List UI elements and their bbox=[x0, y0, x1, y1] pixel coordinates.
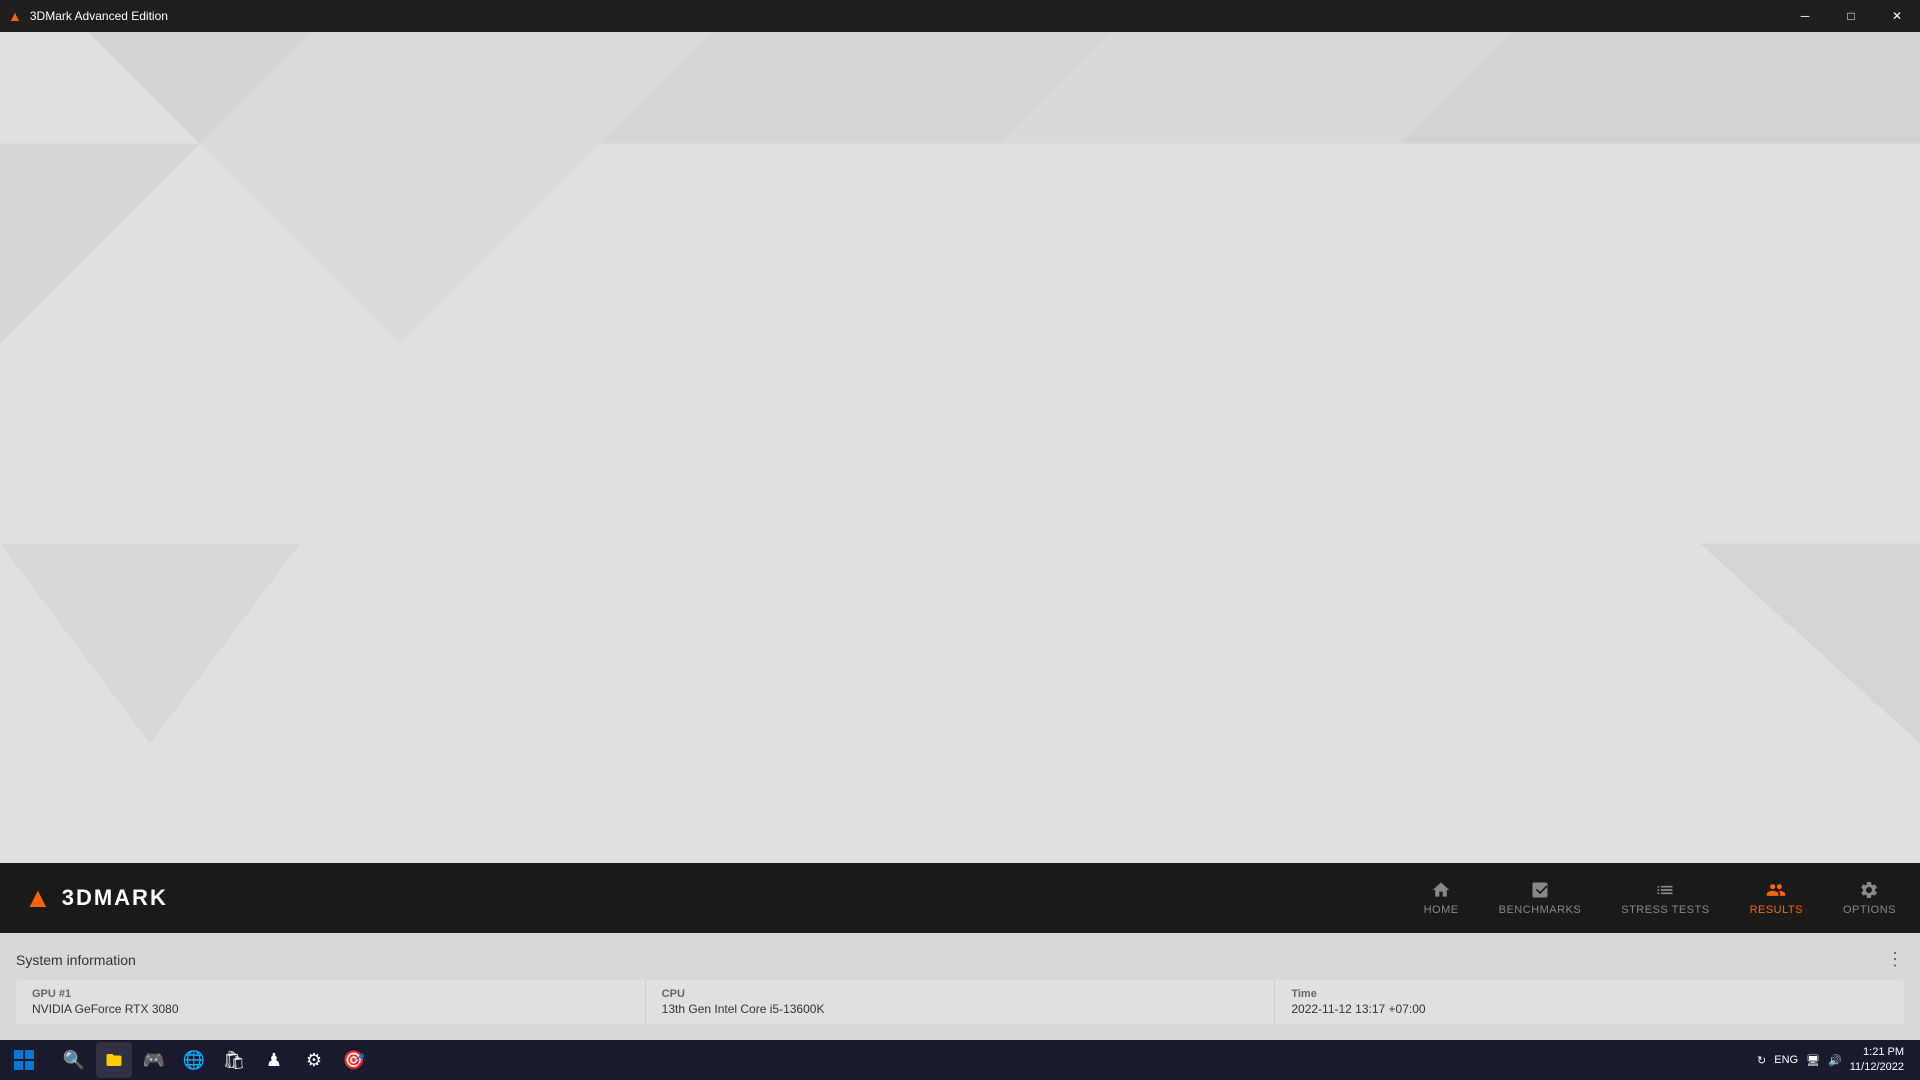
cpu-value: 13th Gen Intel Core i5-13600K bbox=[662, 1002, 1259, 1016]
sys-info-gpu: GPU #1 NVIDIA GeForce RTX 3080 bbox=[16, 980, 646, 1024]
title-bar-left: ▲ 3DMark Advanced Edition bbox=[0, 8, 168, 24]
taskbar: 🔍 🎮 🌐 🛍 ♟ ⚙ 🎯 ↻ ENG 🖥 🔊 1:21 PM 11/12/20… bbox=[0, 1040, 1920, 1080]
nav-stress-label: STRESS TESTS bbox=[1621, 904, 1709, 916]
sys-info-more-button[interactable]: ⋮ bbox=[1886, 949, 1904, 970]
nav-stress[interactable]: STRESS TESTS bbox=[1621, 880, 1709, 916]
logo-text: 3DMARK bbox=[62, 885, 168, 911]
nav-benchmarks-label: BENCHMARKS bbox=[1499, 904, 1582, 916]
taskbar-misc-button[interactable]: ⚙ bbox=[296, 1042, 332, 1078]
gpu-value: NVIDIA GeForce RTX 3080 bbox=[32, 1002, 629, 1016]
taskbar-loading-icon: ↻ bbox=[1757, 1054, 1766, 1067]
title-bar-controls: ─ □ ✕ bbox=[1782, 0, 1920, 32]
nav-items: HOME BENCHMARKS STRESS TESTS RESULTS OPT… bbox=[1424, 880, 1896, 916]
taskbar-store-button[interactable]: 🛍 bbox=[216, 1042, 252, 1078]
taskbar-extra-button[interactable]: 🎯 bbox=[336, 1042, 372, 1078]
gpu-key: GPU #1 bbox=[32, 988, 629, 1000]
sys-info-header: System information ⋮ bbox=[16, 949, 1904, 970]
maximize-button[interactable]: □ bbox=[1828, 0, 1874, 32]
nav-results-label: RESULTS bbox=[1750, 904, 1803, 916]
time-key: Time bbox=[1291, 988, 1888, 1000]
taskbar-edge-button[interactable]: 🌐 bbox=[176, 1042, 212, 1078]
minimize-button[interactable]: ─ bbox=[1782, 0, 1828, 32]
taskbar-monitor-icon: 🖥 bbox=[1806, 1054, 1820, 1067]
taskbar-steam-button[interactable]: ♟ bbox=[256, 1042, 292, 1078]
taskbar-time-value: 1:21 PM bbox=[1850, 1045, 1904, 1060]
app: ▲ 3DMARK HOME BENCHMARKS STRESS TESTS RE… bbox=[0, 32, 1920, 1040]
title-bar: ▲ 3DMark Advanced Edition ─ □ ✕ bbox=[0, 0, 1920, 32]
taskbar-datetime: 1:21 PM 11/12/2022 bbox=[1850, 1045, 1904, 1076]
taskbar-lang: ENG bbox=[1774, 1054, 1798, 1066]
start-button[interactable] bbox=[0, 1040, 48, 1080]
time-value: 2022-11-12 13:17 +07:00 bbox=[1291, 1002, 1888, 1016]
navigation: ▲ 3DMARK HOME BENCHMARKS STRESS TESTS RE… bbox=[0, 863, 1920, 933]
taskbar-app1-button[interactable]: 🎮 bbox=[136, 1042, 172, 1078]
sys-info-row: GPU #1 NVIDIA GeForce RTX 3080 CPU 13th … bbox=[16, 980, 1904, 1024]
taskbar-date-value: 11/12/2022 bbox=[1850, 1060, 1904, 1075]
sys-info-title: System information bbox=[16, 952, 136, 968]
system-info-section: System information ⋮ GPU #1 NVIDIA GeFor… bbox=[0, 933, 1920, 1040]
sys-info-cpu: CPU 13th Gen Intel Core i5-13600K bbox=[646, 980, 1276, 1024]
title-icon: ▲ bbox=[8, 8, 22, 24]
nav-results[interactable]: RESULTS bbox=[1750, 880, 1803, 916]
nav-benchmarks[interactable]: BENCHMARKS bbox=[1499, 880, 1582, 916]
nav-home-label: HOME bbox=[1424, 904, 1459, 916]
nav-options[interactable]: OPTIONS bbox=[1843, 880, 1896, 916]
taskbar-right: ↻ ENG 🖥 🔊 1:21 PM 11/12/2022 bbox=[1741, 1045, 1920, 1076]
taskbar-search-button[interactable]: 🔍 bbox=[56, 1042, 92, 1078]
close-button[interactable]: ✕ bbox=[1874, 0, 1920, 32]
sys-info-time: Time 2022-11-12 13:17 +07:00 bbox=[1275, 980, 1904, 1024]
nav-home[interactable]: HOME bbox=[1424, 880, 1459, 916]
taskbar-icons: 🔍 🎮 🌐 🛍 ♟ ⚙ 🎯 bbox=[48, 1042, 1741, 1078]
window-title: 3DMark Advanced Edition bbox=[30, 9, 168, 23]
nav-options-label: OPTIONS bbox=[1843, 904, 1896, 916]
logo: ▲ 3DMARK bbox=[24, 882, 168, 914]
cpu-key: CPU bbox=[662, 988, 1259, 1000]
taskbar-audio-icon: 🔊 bbox=[1828, 1054, 1842, 1067]
taskbar-explorer-button[interactable] bbox=[96, 1042, 132, 1078]
logo-flame-icon: ▲ bbox=[24, 882, 52, 914]
